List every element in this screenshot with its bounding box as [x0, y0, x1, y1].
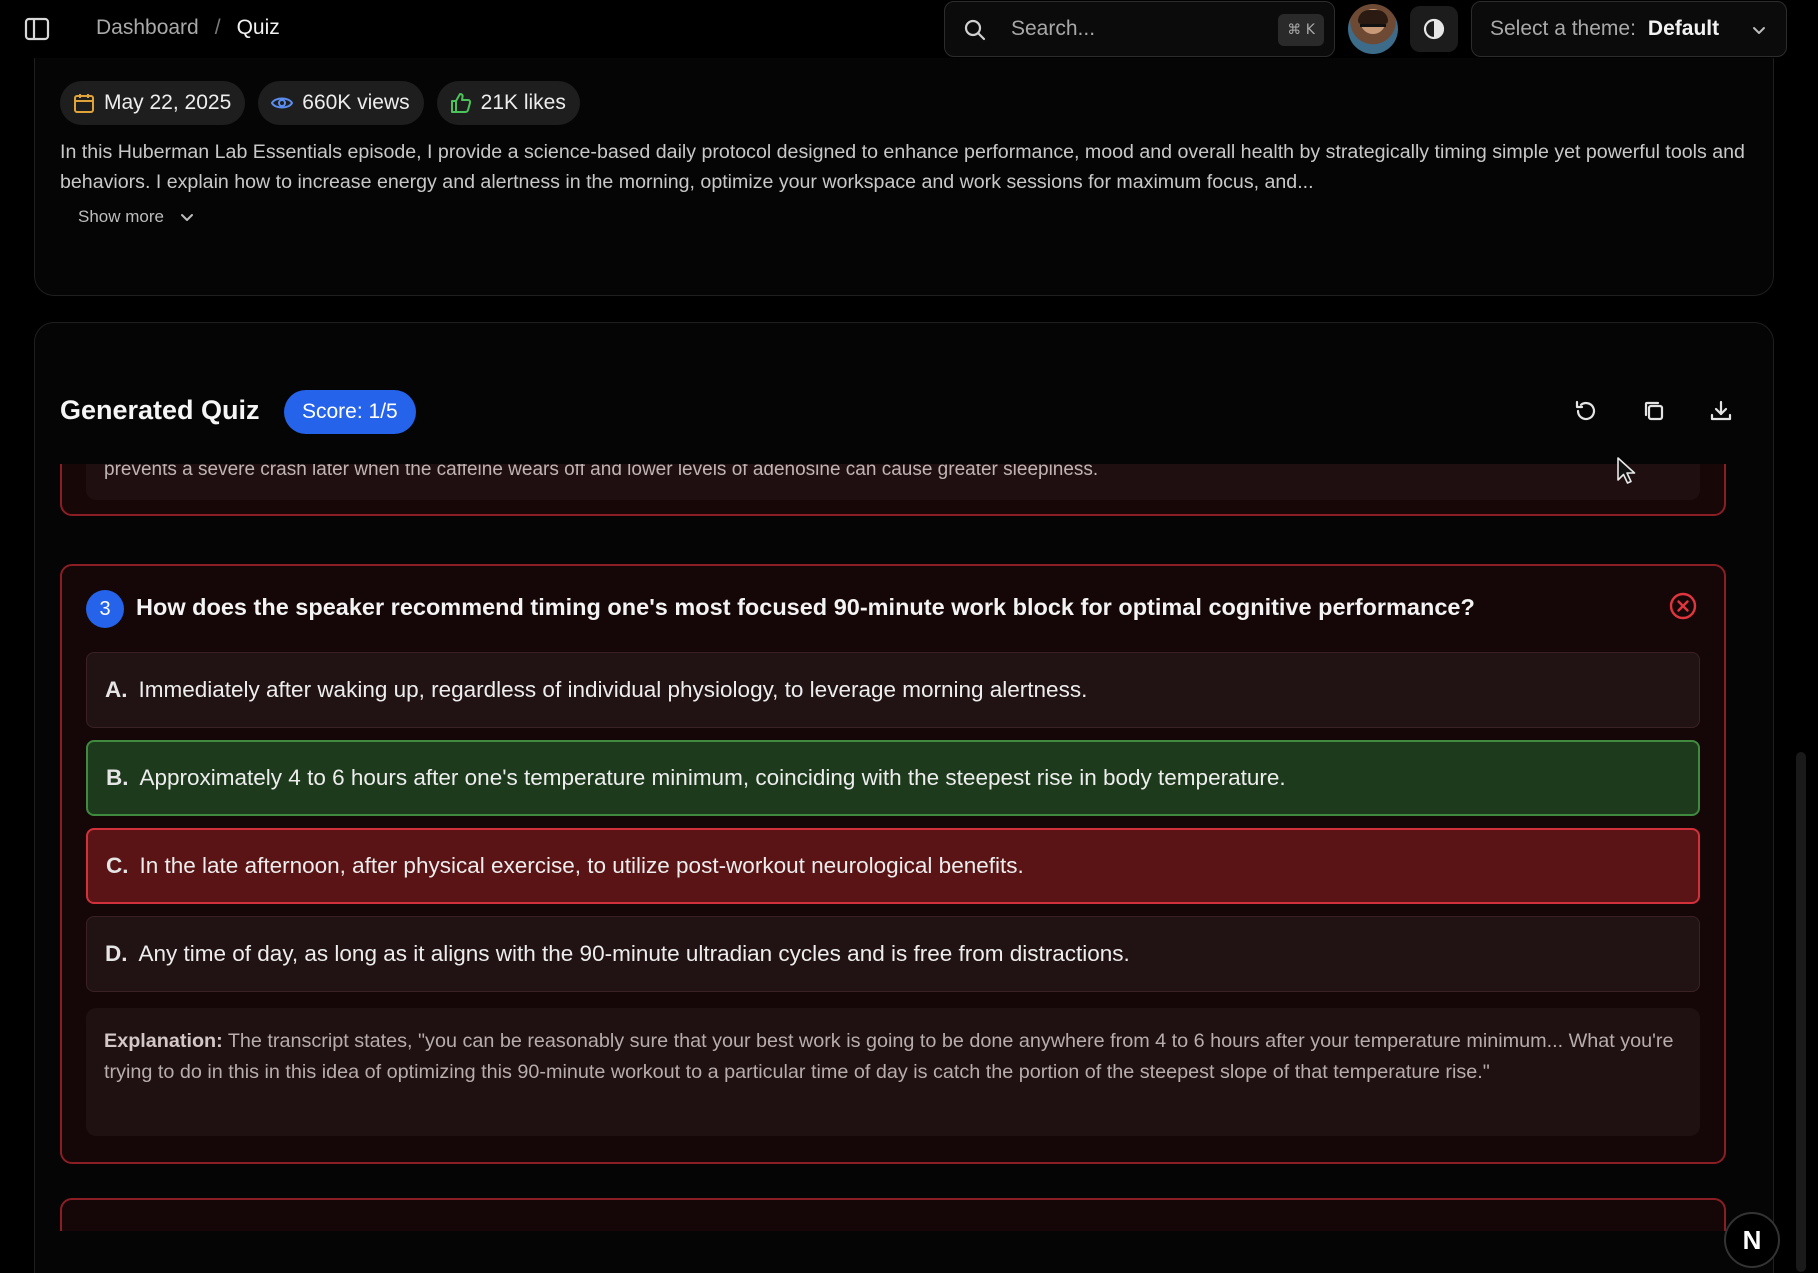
- search-shortcut: ⌘ K: [1278, 14, 1324, 46]
- calendar-icon: [74, 94, 94, 113]
- show-more-button[interactable]: Show more: [78, 207, 196, 227]
- eye-icon: [271, 97, 294, 109]
- explanation-box: Explanation: The transcript states, "you…: [86, 1008, 1700, 1136]
- video-description: In this Huberman Lab Essentials episode,…: [60, 141, 1745, 193]
- chevron-down-icon: [180, 214, 193, 221]
- incorrect-x-circle-icon: [1669, 592, 1697, 620]
- answer-option-c[interactable]: C. In the late afternoon, after physical…: [86, 828, 1700, 904]
- quiz-scrollbar[interactable]: [1773, 1059, 1774, 1241]
- option-letter: B.: [106, 765, 129, 790]
- date-badge: May 22, 2025: [60, 81, 246, 125]
- show-more-label: Show more: [78, 207, 164, 226]
- download-icon: [1710, 400, 1732, 421]
- views-text: 660K views: [302, 91, 410, 114]
- thumbs-up-icon: [450, 93, 471, 113]
- previous-explanation-text: prevents a severe crash later when the c…: [104, 464, 1099, 480]
- copy-button[interactable]: [1636, 393, 1672, 429]
- breadcrumb-separator: /: [214, 16, 221, 39]
- contrast-icon: [1423, 18, 1445, 40]
- top-bar: Dashboard / Quiz ⌘ K Select a theme: Def…: [0, 0, 1818, 58]
- quiz-card: Generated Quiz Score: 1/5 prevents a sev…: [34, 322, 1774, 1273]
- option-text: Any time of day, as long as it aligns wi…: [138, 941, 1130, 966]
- option-text: In the late afternoon, after physical ex…: [139, 853, 1024, 878]
- mouse-cursor-icon: [1617, 457, 1636, 484]
- likes-text: 21K likes: [480, 91, 566, 114]
- question-card: 3 How does the speaker recommend timing …: [60, 564, 1726, 1164]
- question-number-badge: 3: [86, 590, 124, 628]
- option-text: Approximately 4 to 6 hours after one's t…: [139, 765, 1286, 790]
- video-meta-row: May 22, 2025 660K views 21K likes: [60, 81, 580, 125]
- explanation-label: Explanation:: [104, 1030, 223, 1052]
- sidebar-toggle-button[interactable]: [24, 17, 50, 41]
- theme-select[interactable]: Select a theme: Default: [1471, 1, 1787, 57]
- answer-option-a[interactable]: A. Immediately after waking up, regardle…: [86, 652, 1700, 728]
- regenerate-button[interactable]: [1568, 393, 1604, 429]
- page-scrollbar[interactable]: [1796, 752, 1806, 1272]
- chevron-down-icon: [1753, 27, 1765, 34]
- question-card-next: [60, 1198, 1726, 1231]
- quiz-scroll-area[interactable]: prevents a severe crash later when the c…: [35, 464, 1773, 1231]
- answer-option-b[interactable]: B. Approximately 4 to 6 hours after one'…: [86, 740, 1700, 816]
- answer-option-d[interactable]: D. Any time of day, as long as it aligns…: [86, 916, 1700, 992]
- question-card-previous: prevents a severe crash later when the c…: [60, 464, 1726, 516]
- search-box[interactable]: ⌘ K: [944, 1, 1335, 57]
- option-text: Immediately after waking up, regardless …: [138, 677, 1088, 702]
- breadcrumb-dashboard[interactable]: Dashboard: [96, 16, 199, 40]
- page: Dashboard / Quiz ⌘ K Select a theme: Def…: [0, 0, 1818, 1273]
- theme-select-label: Select a theme:: [1490, 17, 1636, 40]
- breadcrumb-current: Quiz: [236, 16, 280, 39]
- theme-select-value: Default: [1647, 17, 1720, 40]
- video-info-card: May 22, 2025 660K views 21K likes In thi…: [34, 40, 1774, 296]
- download-button[interactable]: [1703, 393, 1739, 429]
- explanation-text: The transcript states, "you can be reaso…: [104, 1030, 1674, 1083]
- avatar[interactable]: [1348, 4, 1398, 54]
- option-letter: C.: [106, 853, 129, 878]
- search-icon: [964, 19, 986, 41]
- quiz-title: Generated Quiz: [60, 395, 260, 425]
- likes-badge: 21K likes: [436, 81, 580, 125]
- search-input[interactable]: [1011, 2, 1251, 56]
- previous-explanation: prevents a severe crash later when the c…: [86, 464, 1700, 500]
- floating-n-badge[interactable]: N: [1724, 1212, 1780, 1268]
- breadcrumb: Dashboard / Quiz: [96, 16, 280, 40]
- copy-icon: [1644, 401, 1664, 421]
- date-text: May 22, 2025: [104, 91, 232, 114]
- score-badge: Score: 1/5: [284, 390, 416, 434]
- sidebar-icon: [24, 17, 50, 41]
- option-letter: A.: [105, 677, 128, 702]
- theme-mode-toggle[interactable]: [1410, 6, 1458, 52]
- question-text: How does the speaker recommend timing on…: [136, 594, 1475, 620]
- refresh-icon: [1575, 400, 1596, 421]
- option-letter: D.: [105, 941, 128, 966]
- views-badge: 660K views: [258, 81, 424, 125]
